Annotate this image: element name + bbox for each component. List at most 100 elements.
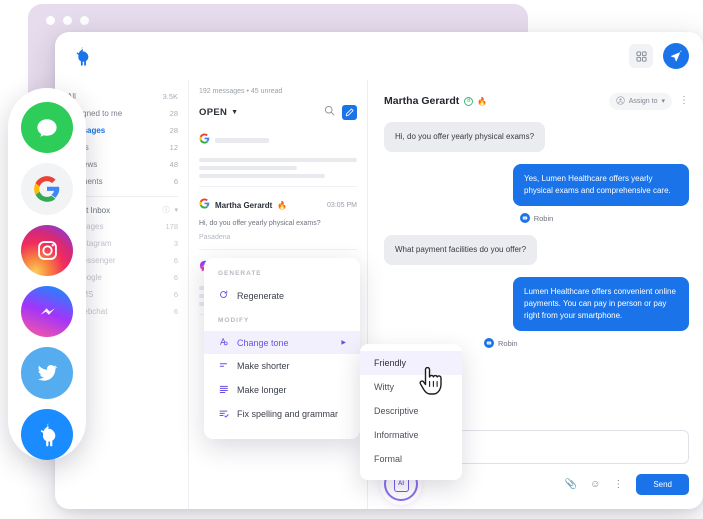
conversation-list-actions: [324, 103, 357, 121]
screenshot-root: All 3.5K Assigned to me 28 Messages 28 L…: [0, 0, 703, 519]
assign-to-button[interactable]: Assign to ▾: [608, 92, 672, 110]
mouse-cursor-pointer: [418, 366, 444, 397]
window-traffic-lights: [46, 16, 89, 25]
chevron-down-icon[interactable]: ▾: [174, 206, 178, 214]
refresh-icon: [218, 290, 229, 301]
agent-name: Robin: [533, 213, 554, 223]
kebab-menu-icon[interactable]: ⋮: [679, 96, 689, 106]
tone-option-witty[interactable]: Witty: [360, 375, 462, 399]
sidebar-item-count: 3.5K: [162, 92, 178, 101]
tone-option-informative[interactable]: Informative: [360, 423, 462, 447]
menu-item-label: Change tone: [237, 337, 289, 348]
robot-avatar-icon: [484, 338, 494, 348]
message-agent: Robin: [384, 213, 689, 223]
menu-section-modify-label: MODIFY: [218, 317, 250, 324]
page-title: Martha Gerardt: [384, 95, 460, 107]
sms-chat-icon[interactable]: [21, 102, 73, 154]
robot-avatar-icon: [519, 213, 530, 223]
conversation-item-location: Pasadena: [199, 234, 231, 241]
skeleton-name: [215, 137, 269, 143]
user-circle-icon: [616, 95, 625, 107]
instagram-icon[interactable]: [21, 224, 73, 276]
kebab-menu-icon[interactable]: ⋮: [613, 479, 623, 490]
agent-name: Robin: [498, 338, 518, 348]
top-bar: [55, 32, 703, 80]
birdeye-icon[interactable]: [21, 408, 73, 460]
tone-option-friendly[interactable]: Friendly: [360, 351, 462, 375]
conversation-item-header: [199, 131, 357, 149]
conversation-item-time: 03:05 PM: [327, 201, 357, 209]
social-channel-rail: [8, 88, 86, 460]
send-button[interactable]: Send: [636, 473, 689, 495]
sidebar-channel-count: 6: [173, 256, 178, 265]
sidebar-item-count: 48: [169, 160, 178, 169]
paper-plane-icon[interactable]: [663, 43, 689, 69]
sidebar-item-count: 6: [173, 177, 178, 186]
sidebar-item-count: 12: [169, 143, 178, 152]
message-bubble: Lumen Healthcare offers convenient onlin…: [513, 277, 689, 331]
tone-option-formal[interactable]: Formal: [360, 447, 462, 471]
menu-item-make-shorter[interactable]: Make shorter: [204, 354, 360, 378]
window-dot[interactable]: [46, 16, 55, 25]
conversation-count-label: 192 messages • 45 unread: [199, 88, 283, 95]
menu-item-label: Fix spelling and grammar: [237, 409, 339, 419]
conversation-item-header: Martha Gerardt 🔥 03:05 PM: [199, 196, 357, 214]
menu-item-label: Make longer: [237, 385, 287, 395]
chevron-right-icon: ▶: [341, 340, 346, 346]
message-bubble: Hi, do you offer yearly physical exams?: [384, 122, 546, 152]
assign-to-label: Assign to: [628, 97, 658, 105]
message-row-incoming: What payment facilities do you offer?: [384, 235, 689, 265]
window-dot[interactable]: [80, 16, 89, 25]
messenger-icon[interactable]: [21, 285, 73, 338]
sidebar-item-count: 28: [169, 126, 178, 135]
message-row-outgoing: Lumen Healthcare offers convenient onlin…: [384, 277, 689, 331]
message-bubble: What payment facilities do you offer?: [384, 235, 538, 265]
tone-icon: [218, 337, 229, 348]
conversation-list-item-martha[interactable]: Martha Gerardt 🔥 03:05 PM Hi, do you off…: [199, 187, 357, 250]
conversation-list-header: OPEN ▼: [199, 102, 357, 122]
spellcheck-icon: [218, 409, 229, 421]
compose-icon[interactable]: [342, 104, 357, 120]
sidebar-section-actions: ⓘ ▾: [162, 205, 178, 215]
sidebar-item-count: 28: [169, 109, 178, 118]
google-icon: [199, 196, 210, 214]
skeleton-lines: [199, 158, 357, 178]
menu-item-label: Make shorter: [237, 361, 290, 371]
conversation-item-name: Martha Gerardt: [215, 200, 273, 210]
ai-label: AI: [398, 481, 404, 487]
info-icon[interactable]: ⓘ: [162, 205, 169, 215]
google-icon[interactable]: [21, 163, 73, 215]
menu-item-label: Regenerate: [237, 290, 285, 301]
verified-check-icon: 8: [464, 96, 474, 106]
sidebar-item-all[interactable]: All 3.5K: [67, 88, 178, 105]
sidebar-channel-count: 6: [173, 290, 178, 299]
birdeye-bird-logo[interactable]: [69, 43, 95, 69]
emoji-smiley-icon[interactable]: ☺: [590, 479, 600, 490]
menu-item-make-longer[interactable]: Make longer: [204, 378, 360, 402]
twitter-icon[interactable]: [21, 347, 73, 399]
conversation-item-snippet: Hi, do you offer yearly physical exams?: [199, 220, 321, 227]
sidebar-channel-count: 3: [173, 239, 178, 248]
window-dot[interactable]: [63, 16, 72, 25]
tone-submenu: Friendly Witty Descriptive Informative F…: [360, 344, 462, 480]
composer-actions: 📎 ☺ ⋮ Send: [565, 473, 689, 495]
ai-context-menu: GENERATE Regenerate MODIFY Change tone ▶…: [204, 258, 360, 439]
paperclip-icon[interactable]: 📎: [565, 479, 577, 490]
menu-item-fix-spelling-and-grammar[interactable]: Fix spelling and grammar: [204, 402, 360, 427]
caret-down-icon[interactable]: ▼: [231, 109, 238, 116]
menu-item-change-tone[interactable]: Change tone ▶: [204, 331, 360, 354]
message-row-outgoing: Yes, Lumen Healthcare offers yearly phys…: [384, 164, 689, 206]
message-bubble: Yes, Lumen Healthcare offers yearly phys…: [513, 164, 689, 206]
search-icon[interactable]: [324, 103, 335, 121]
tone-option-descriptive[interactable]: Descriptive: [360, 399, 462, 423]
status-filter-label[interactable]: OPEN: [199, 107, 227, 118]
message-row-incoming: Hi, do you offer yearly physical exams?: [384, 122, 689, 152]
conversation-list-item[interactable]: [199, 122, 357, 187]
sidebar-channel-count: 6: [173, 307, 178, 316]
google-icon: [199, 131, 210, 149]
chat-header: Martha Gerardt 8 🔥 Assign to ▾ ⋮: [384, 90, 689, 112]
menu-section-generate-label: GENERATE: [218, 270, 262, 277]
menu-item-regenerate[interactable]: Regenerate: [204, 284, 360, 307]
flame-icon: 🔥: [477, 96, 488, 106]
apps-grid-icon[interactable]: [629, 44, 653, 68]
